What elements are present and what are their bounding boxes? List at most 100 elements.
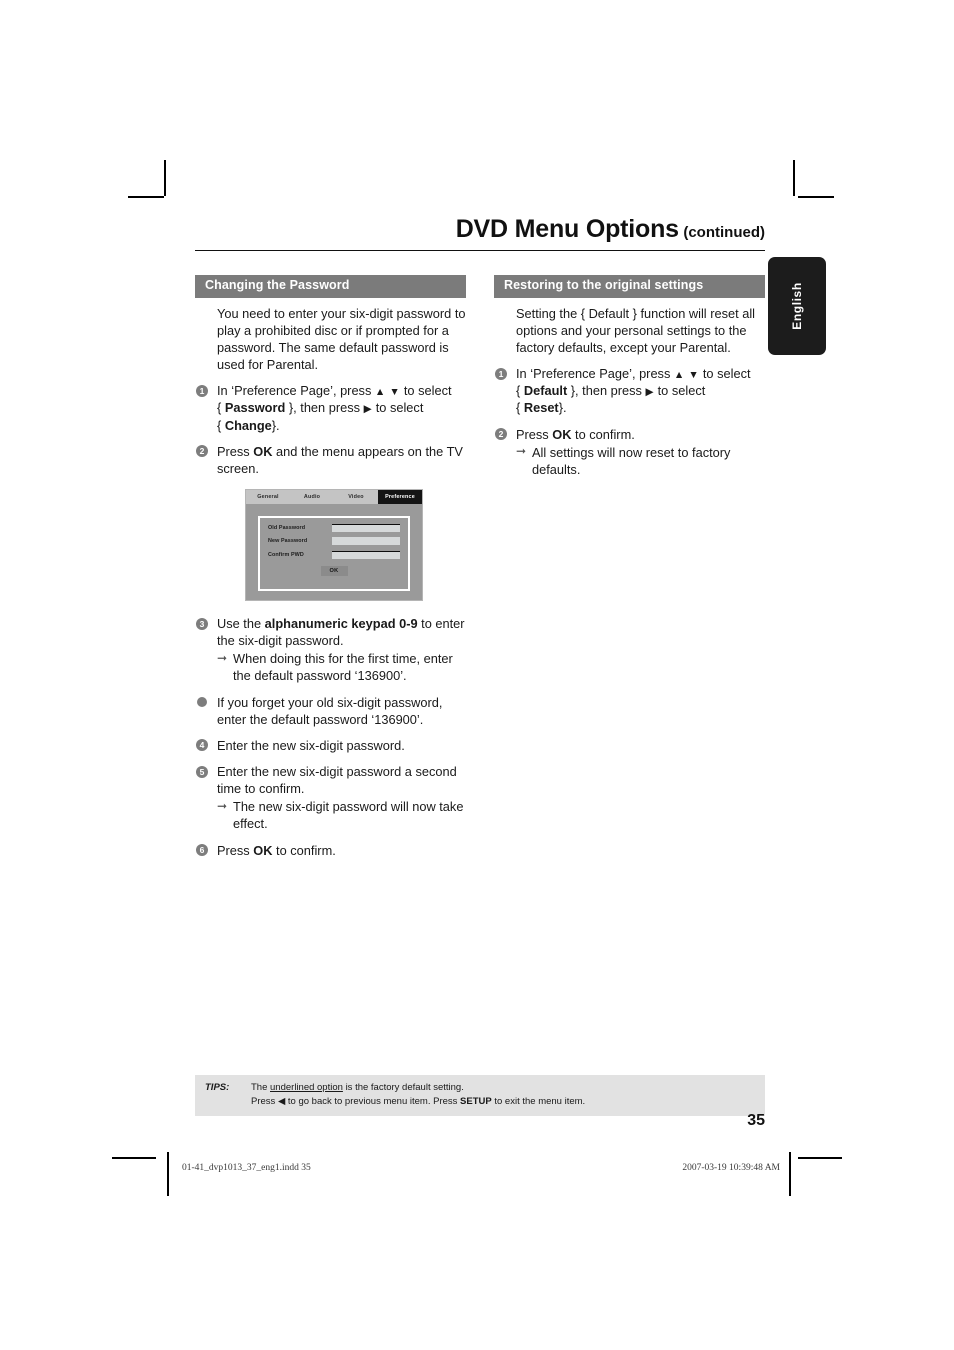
step-2-text-a: Press — [217, 443, 250, 459]
step-1-brace-open-2: { — [217, 417, 222, 433]
imprint-timestamp: 2007-03-19 10:39:48 AM — [682, 1163, 780, 1173]
step-number-2: 2 — [196, 445, 208, 458]
tips-line-2-c: to exit the menu item. — [494, 1095, 586, 1107]
tips-line-2-b: to go back to previous menu item. Press — [287, 1095, 458, 1107]
tv-input-old-password[interactable] — [332, 523, 400, 532]
tv-label-confirm-pwd: Confirm PWD — [268, 551, 304, 558]
restore-step-1-brace-open-2: { — [516, 400, 521, 416]
step-number-1: 1 — [196, 384, 208, 397]
two-column-layout: Changing the Password You need to enter … — [195, 275, 765, 868]
up-arrow-icon: ▲ — [673, 369, 685, 382]
tv-ok-button[interactable]: OK — [320, 565, 348, 576]
step-1-bold-password: Password — [224, 400, 286, 416]
tv-screen-illustration: General Audio Video Preference Old Passw… — [245, 489, 466, 602]
restore-step-2-text-a: Press — [516, 426, 549, 442]
bullet-dot-icon — [196, 697, 207, 708]
tips-label: TIPS: — [205, 1082, 230, 1093]
crop-mark-top-left-v — [164, 160, 166, 196]
tv-tab-video[interactable]: Video — [334, 490, 378, 504]
tv-field-row-confirm-pwd: Confirm PWD — [268, 550, 400, 559]
language-tab: English — [768, 257, 826, 355]
section-header-restoring-settings: Restoring to the original settings — [494, 275, 765, 298]
restore-step-1-text-a: In ‘Preference Page’, press — [516, 366, 671, 382]
left-column: Changing the Password You need to enter … — [195, 275, 466, 868]
section-header-changing-password: Changing the Password — [195, 275, 466, 298]
right-column: Restoring to the original settings Setti… — [494, 275, 765, 868]
step-number-6: 6 — [196, 844, 208, 857]
crop-mark-bottom-right-v — [789, 1152, 791, 1196]
step-1-text-a: In ‘Preference Page’, press — [217, 383, 372, 399]
tv-field-row-old-password: Old Password — [268, 523, 400, 532]
crop-mark-bottom-right-h — [798, 1157, 842, 1159]
step-6-bold-ok: OK — [253, 842, 273, 858]
tv-field-row-new-password: New Password — [268, 537, 400, 546]
page-title-main: DVD Menu Options — [455, 215, 679, 243]
right-arrow-icon: ▶ — [363, 403, 373, 416]
crop-mark-bottom-left-v — [167, 1152, 169, 1196]
step-6-text-a: Press — [217, 842, 250, 858]
tv-screen: General Audio Video Preference Old Passw… — [245, 489, 423, 602]
step-2: 2 Press OK and the menu appears on the T… — [195, 443, 466, 477]
tv-tab-audio[interactable]: Audio — [290, 490, 334, 504]
left-arrow-icon: ◀ — [277, 1095, 286, 1107]
step-number-3: 3 — [196, 617, 208, 630]
result-arrow-icon: ➞ — [217, 798, 228, 813]
step-1-brace-close-2: }. — [271, 417, 280, 433]
restore-step-2-subnote-text: All settings will now reset to factory d… — [532, 444, 731, 477]
right-arrow-icon: ▶ — [645, 386, 655, 399]
restore-step-2-bold-ok: OK — [552, 426, 572, 442]
tv-tab-preference[interactable]: Preference — [378, 490, 422, 505]
restore-step-2-text-b: to confirm. — [575, 426, 635, 442]
tips-line-1-b: is the factory default setting. — [345, 1082, 464, 1093]
step-1: 1 In ‘Preference Page’, press ▲ ▼ to sel… — [195, 382, 466, 433]
step-1-text-c: to select — [375, 400, 424, 416]
crop-mark-top-left-h — [128, 196, 164, 198]
tv-ok-row: OK — [260, 565, 408, 576]
step-5-subnote-text: The new six-digit password will now take… — [233, 799, 464, 832]
step-1-brace-open: { — [217, 400, 222, 416]
step-6: 6 Press OK to confirm. — [195, 842, 466, 859]
page-title: DVD Menu Options (continued) — [195, 215, 765, 248]
restoring-settings-intro: Setting the { Default } function will re… — [516, 305, 756, 356]
restoring-settings-steps: 1 In ‘Preference Page’, press ▲ ▼ to sel… — [494, 365, 765, 478]
step-3: 3 Use the alphanumeric keypad 0-9 to ent… — [195, 615, 466, 685]
tv-input-confirm-pwd[interactable] — [332, 550, 400, 559]
tv-tab-general[interactable]: General — [246, 490, 290, 504]
down-arrow-icon: ▼ — [688, 369, 700, 382]
tips-bold-setup: SETUP — [460, 1095, 492, 1107]
restore-step-number-1: 1 — [495, 367, 507, 380]
restore-step-1: 1 In ‘Preference Page’, press ▲ ▼ to sel… — [494, 365, 765, 416]
tips-line-2-a: Press — [251, 1095, 276, 1107]
tips-line-1-a: The — [251, 1082, 268, 1093]
restore-step-number-2: 2 — [495, 428, 507, 441]
step-4: 4 Enter the new six-digit password. — [195, 737, 466, 754]
tv-input-new-password[interactable] — [332, 537, 400, 546]
down-arrow-icon: ▼ — [389, 386, 401, 399]
result-arrow-icon: ➞ — [516, 444, 527, 459]
step-number-5: 5 — [196, 765, 208, 778]
result-arrow-icon: ➞ — [217, 650, 228, 665]
step-4-text: Enter the new six-digit password. — [217, 737, 405, 753]
bullet-forgot-password: If you forget your old six-digit passwor… — [195, 694, 466, 728]
tips-line-2: Press ◀ to go back to previous menu item… — [251, 1096, 585, 1107]
imprint-filename: 01-41_dvp1013_37_eng1.indd 35 — [182, 1163, 311, 1173]
title-divider — [195, 250, 765, 251]
tv-label-old-password: Old Password — [268, 524, 306, 531]
restore-step-1-text-c: to select — [657, 383, 706, 399]
step-1-brace-close: }, then press — [288, 400, 361, 416]
crop-mark-top-right-v — [793, 160, 795, 196]
tips-underlined-option: underlined option — [270, 1082, 343, 1093]
step-3-text-a: Use the — [217, 616, 262, 632]
step-1-bold-change: Change — [224, 417, 272, 433]
step-1-text-b: to select — [403, 383, 452, 399]
step-5-subnote: ➞ The new six-digit password will now ta… — [217, 798, 466, 832]
tv-tab-bar: General Audio Video Preference — [246, 490, 422, 505]
step-5-text: Enter the new six-digit password a secon… — [217, 764, 457, 797]
step-5: 5 Enter the new six-digit password a sec… — [195, 763, 466, 833]
restore-step-1-brace-close-2: }. — [558, 400, 567, 416]
changing-password-steps-cont: 3 Use the alphanumeric keypad 0-9 to ent… — [195, 615, 466, 859]
restore-step-1-brace-close: }, then press — [570, 383, 642, 399]
restore-step-1-bold-reset: Reset — [523, 400, 559, 416]
changing-password-intro: You need to enter your six-digit passwor… — [217, 305, 466, 373]
step-3-subnote: ➞ When doing this for the first time, en… — [217, 650, 466, 684]
